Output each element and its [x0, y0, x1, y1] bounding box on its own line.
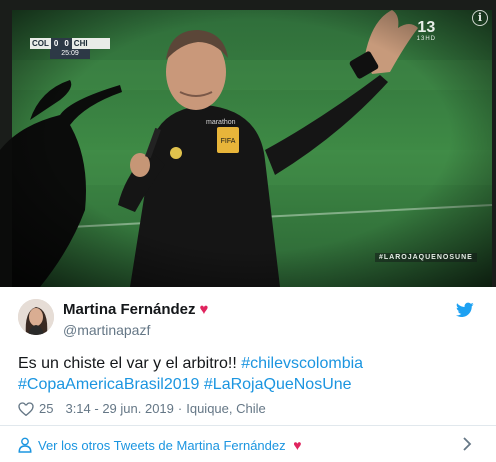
team-right: CHI: [73, 39, 88, 48]
avatar-image: [18, 299, 54, 335]
heart-emoji-icon: ♥: [199, 301, 209, 318]
chevron-right-icon: [463, 437, 472, 451]
tv-scoreboard: COL 0 0 CHI 25:09: [30, 38, 110, 60]
embedded-tweet-card: FIFA marathon COL 0 0 CHI 25:09 13 13HD …: [0, 0, 496, 462]
like-button[interactable]: 25: [18, 401, 65, 416]
match-clock: 25:09: [50, 49, 90, 59]
meta-separator: ·: [177, 401, 183, 416]
view-more-tweets-text: Ver los otros Tweets de Martina Fernánde…: [38, 438, 286, 453]
tweet-location[interactable]: Iquique, Chile: [186, 401, 266, 416]
channel-logo: 13 13HD: [416, 19, 436, 43]
person-icon: [18, 437, 32, 453]
tweet-timestamp[interactable]: 3:14 - 29 jun. 2019: [65, 401, 173, 416]
info-icon[interactable]: i: [472, 10, 488, 26]
score-left: 0: [50, 38, 62, 49]
score-right: 0: [61, 38, 72, 49]
channel-number: 13: [417, 19, 436, 36]
tv-hashtag-overlay: #LAROJAQUENOSUNE: [375, 253, 477, 262]
like-count: 25: [39, 401, 54, 416]
avatar[interactable]: [18, 299, 54, 335]
twitter-bird-icon[interactable]: [456, 302, 474, 318]
heart-emoji-icon: ♥: [293, 437, 302, 453]
view-more-tweets-link[interactable]: Ver los otros Tweets de Martina Fernánde…: [0, 426, 496, 462]
team-left: COL: [32, 39, 49, 48]
author-display-name[interactable]: Martina Fernández: [63, 301, 196, 318]
tweet-meta: 25 3:14 - 29 jun. 2019 · Iquique, Chile: [18, 401, 266, 416]
tweet-text: Es un chiste el var y el arbitro!! #chil…: [18, 353, 478, 395]
view-more-tweets-label: Ver los otros Tweets de Martina Fernánde…: [38, 437, 302, 453]
hashtag-link[interactable]: #chilevscolombia: [241, 355, 363, 372]
tweet-text-plain: Es un chiste el var y el arbitro!!: [18, 355, 242, 372]
channel-subtitle: 13HD: [416, 36, 436, 42]
hashtag-link[interactable]: #CopaAmericaBrasil2019: [18, 376, 199, 393]
hashtag-link[interactable]: #LaRojaQueNosUne: [204, 376, 352, 393]
tweet-photo[interactable]: FIFA marathon COL 0 0 CHI 25:09 13 13HD …: [0, 0, 496, 287]
author-handle[interactable]: @martinapazf: [63, 322, 208, 338]
heart-outline-icon: [18, 401, 34, 416]
